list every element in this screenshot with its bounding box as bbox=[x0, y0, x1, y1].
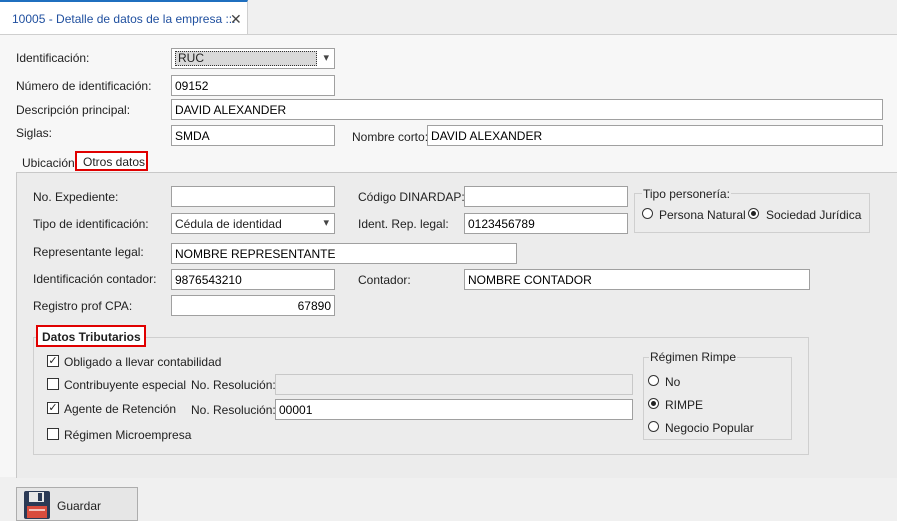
radio-rimpe-negocio-popular[interactable] bbox=[648, 421, 659, 432]
ident-rep-field[interactable]: 0123456789 bbox=[464, 213, 628, 234]
tipo-ident-select[interactable]: Cédula de identidad ▾ bbox=[171, 213, 335, 234]
rimpe-negocio-label: Negocio Popular bbox=[665, 421, 754, 435]
ident-contador-label: Identificación contador: bbox=[33, 272, 157, 286]
document-tab[interactable]: 10005 - Detalle de datos de la empresa :… bbox=[0, 0, 248, 34]
expediente-field[interactable] bbox=[171, 186, 335, 207]
radio-rimpe-no[interactable] bbox=[648, 375, 659, 386]
dinardap-field[interactable] bbox=[464, 186, 628, 207]
tributarios-title: Datos Tributarios bbox=[36, 325, 146, 347]
checkbox-contribuyente-especial[interactable] bbox=[47, 378, 59, 390]
radio-persona-natural[interactable] bbox=[642, 208, 653, 219]
tipo-ident-label: Tipo de identificación: bbox=[33, 217, 149, 231]
numero-label: Número de identificación: bbox=[16, 79, 152, 93]
tab-ubicacion[interactable]: Ubicación bbox=[22, 156, 75, 170]
checkbox-regimen-microempresa[interactable] bbox=[47, 428, 59, 440]
contador-field[interactable]: NOMBRE CONTADOR bbox=[464, 269, 810, 290]
checkbox-agente-retencion[interactable]: ✓ bbox=[47, 402, 59, 414]
contribuyente-especial-label: Contribuyente especial bbox=[64, 378, 187, 392]
registro-cpa-label: Registro prof CPA: bbox=[33, 299, 133, 313]
save-button-label: Guardar bbox=[57, 499, 102, 513]
retencion-resolucion-field[interactable]: 00001 bbox=[275, 399, 633, 420]
nombre-corto-field[interactable]: DAVID ALEXANDER bbox=[427, 125, 883, 146]
nombre-corto-label: Nombre corto: bbox=[352, 130, 429, 144]
regimen-microempresa-label: Régimen Microempresa bbox=[64, 428, 192, 442]
sociedad-juridica-label: Sociedad Jurídica bbox=[766, 208, 862, 222]
tributarios-title-text: Datos Tributarios bbox=[42, 330, 141, 344]
floppy-disk-icon bbox=[24, 491, 50, 519]
tipo-ident-value: Cédula de identidad bbox=[175, 217, 282, 231]
ident-contador-field[interactable]: 9876543210 bbox=[171, 269, 335, 290]
numero-field[interactable]: 09152 bbox=[171, 75, 335, 96]
ident-rep-label: Ident. Rep. legal: bbox=[358, 217, 449, 231]
rimpe-title: Régimen Rimpe bbox=[649, 350, 738, 364]
obligado-label: Obligado a llevar contabilidad bbox=[64, 355, 222, 369]
close-icon[interactable]: ✕ bbox=[230, 11, 242, 28]
especial-resolucion-label: No. Resolución: bbox=[191, 378, 276, 392]
chevron-down-icon: ▾ bbox=[323, 217, 329, 229]
chevron-down-icon: ▾ bbox=[323, 52, 329, 64]
rimpe-no-label: No bbox=[665, 375, 681, 389]
contador-label: Contador: bbox=[358, 273, 411, 287]
checkbox-obligado[interactable]: ✓ bbox=[47, 355, 59, 367]
descripcion-field[interactable]: DAVID ALEXANDER bbox=[171, 99, 883, 120]
siglas-field[interactable]: SMDA bbox=[171, 125, 335, 146]
especial-resolucion-field[interactable] bbox=[275, 374, 633, 395]
representante-field[interactable]: NOMBRE REPRESENTANTE bbox=[171, 243, 517, 264]
radio-rimpe-rimpe[interactable] bbox=[648, 398, 659, 409]
retencion-resolucion-label: No. Resolución: bbox=[191, 403, 276, 417]
persona-natural-label: Persona Natural bbox=[659, 208, 746, 222]
radio-sociedad-juridica[interactable] bbox=[748, 208, 759, 219]
descripcion-label: Descripción principal: bbox=[16, 103, 131, 117]
tab-otros-datos[interactable]: Otros datos bbox=[75, 151, 148, 171]
expediente-label: No. Expediente: bbox=[33, 190, 119, 204]
rimpe-rimpe-label: RIMPE bbox=[665, 398, 704, 412]
registro-cpa-field[interactable]: 67890 bbox=[171, 295, 335, 316]
personeria-title: Tipo personería: bbox=[642, 187, 731, 201]
identificacion-label: Identificación: bbox=[16, 51, 90, 65]
document-tab-title: 10005 - Detalle de datos de la empresa :… bbox=[12, 12, 236, 26]
siglas-label: Siglas: bbox=[16, 126, 53, 140]
tab-otros-datos-label: Otros datos bbox=[83, 155, 146, 169]
representante-label: Representante legal: bbox=[33, 245, 144, 259]
agente-retencion-label: Agente de Retención bbox=[64, 402, 177, 416]
identificacion-value: RUC bbox=[175, 51, 317, 66]
dinardap-label: Código DINARDAP: bbox=[358, 190, 465, 204]
save-button[interactable]: Guardar bbox=[16, 487, 138, 521]
identificacion-select[interactable]: RUC ▾ bbox=[171, 48, 335, 69]
